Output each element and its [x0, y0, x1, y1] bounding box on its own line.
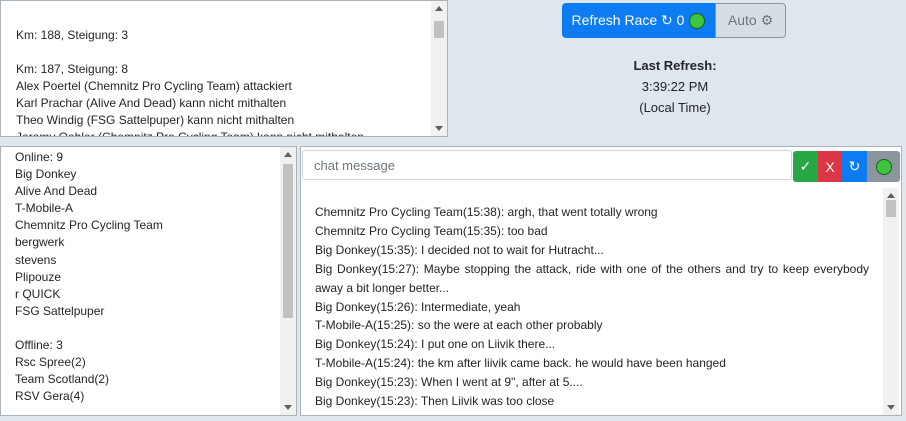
team-list-scrollbar[interactable] [280, 147, 296, 415]
last-refresh-info: Last Refresh: 3:39:22 PM (Local Time) [586, 55, 764, 118]
scroll-thumb[interactable] [434, 21, 444, 38]
scroll-down-arrow-icon[interactable] [887, 405, 895, 410]
team-list-item: Online: 9 [15, 150, 64, 164]
last-refresh-zone: (Local Time) [639, 100, 711, 115]
race-status-icon [689, 12, 706, 29]
scroll-down-arrow-icon[interactable] [435, 126, 443, 131]
team-list-item: Rsc Spree(2) [15, 355, 86, 370]
clear-message-button[interactable]: X [818, 151, 842, 182]
race-log-line: Km: 188, Steigung: 3 [16, 28, 129, 42]
chat-message: Big Donkey(15:24): I put one on Liivik t… [315, 337, 556, 352]
reload-chat-button[interactable]: ↻ [842, 151, 867, 182]
race-log-panel[interactable]: Km: 188, Steigung: 3 Km: 187, Steigung: … [0, 0, 448, 137]
team-list-item: Big Donkey [15, 167, 77, 182]
team-list-item: Team Scotland(2) [15, 372, 110, 387]
chat-message: Big Donkey(15:23): Then Liivik was too c… [315, 394, 555, 409]
chat-message: Big Donkey(15:35): I decided not to wait… [315, 242, 604, 257]
send-message-button[interactable]: ✓ [793, 151, 818, 182]
team-list-content: Online: 9 Big Donkey Alive And Dead T-Mo… [15, 149, 276, 405]
race-log-line: Jeremy Oehler (Chemnitz Pro Cycling Team… [16, 130, 364, 137]
race-log-line: Theo Windig (FSG Sattelpuper) kann nicht… [16, 113, 295, 127]
chat-log[interactable]: Chemnitz Pro Cycling Team(15:38): argh, … [301, 188, 901, 415]
chat-message: T-Mobile-A(15:24): the km after liivik c… [315, 356, 726, 371]
chat-message: Big Donkey(15:26): Intermediate, yeah [315, 299, 521, 314]
team-list-item: T-Mobile-A [15, 201, 74, 216]
team-list-item: r QUICK [15, 286, 61, 301]
race-log-line: Alex Poertel (Chemnitz Pro Cycling Team)… [16, 79, 292, 93]
chat-message: Big Donkey(15:23): When I went at 9", af… [315, 375, 583, 390]
team-list-item: FSG Sattelpuper [15, 303, 105, 318]
close-icon: X [825, 158, 835, 175]
race-log-line [16, 10, 427, 27]
chat-panel: ✓ X ↻ Chemnitz Pro Cycling Team(15:38): … [300, 146, 902, 416]
scroll-thumb[interactable] [283, 164, 293, 318]
team-list-item [15, 320, 276, 337]
chat-status-button[interactable] [867, 151, 900, 182]
team-list-item: Offline: 3 [15, 338, 63, 353]
chat-message-input[interactable] [302, 150, 792, 180]
chat-log-scrollbar[interactable] [883, 188, 899, 415]
chat-message: Big Donkey(15:27): Maybe stopping the at… [315, 261, 869, 295]
race-log-scrollbar[interactable] [431, 1, 447, 136]
last-refresh-label: Last Refresh: [633, 58, 717, 73]
refresh-race-label: Refresh Race ↻ 0 [571, 12, 685, 28]
scroll-up-arrow-icon[interactable] [284, 152, 292, 157]
team-list-item: Chemnitz Pro Cycling Team [15, 218, 163, 233]
team-list-item: RSV Gera(4) [15, 389, 85, 404]
team-list-item: stevens [15, 252, 57, 267]
race-log-line: Km: 187, Steigung: 8 [16, 62, 129, 76]
race-log-line [16, 44, 427, 61]
scroll-thumb[interactable] [886, 200, 896, 217]
team-list-panel[interactable]: Online: 9 Big Donkey Alive And Dead T-Mo… [0, 146, 297, 416]
chat-log-content: Chemnitz Pro Cycling Team(15:38): argh, … [315, 203, 869, 411]
scroll-up-arrow-icon[interactable] [435, 6, 443, 11]
team-list-item: bergwerk [15, 235, 65, 250]
scroll-up-arrow-icon[interactable] [887, 193, 895, 198]
refresh-icon: ↻ [848, 158, 861, 174]
chat-message: Chemnitz Pro Cycling Team(15:38): argh, … [315, 205, 658, 219]
auto-refresh-button[interactable]: Auto ⚙ [715, 3, 786, 38]
check-icon: ✓ [799, 158, 812, 174]
last-refresh-time: 3:39:22 PM [641, 79, 709, 94]
chat-message: Chemnitz Pro Cycling Team(15:35): too ba… [315, 223, 548, 238]
refresh-race-button[interactable]: Refresh Race ↻ 0 [562, 3, 715, 38]
race-log-line: Karl Prachar (Alive And Dead) kann nicht… [16, 96, 287, 110]
chat-status-icon [875, 158, 892, 175]
team-list-item: Alive And Dead [15, 184, 98, 199]
scroll-down-arrow-icon[interactable] [284, 405, 292, 410]
race-log-content: Km: 188, Steigung: 3 Km: 187, Steigung: … [16, 10, 427, 137]
chat-message: T-Mobile-A(15:25): so the were at each o… [315, 318, 603, 333]
auto-refresh-label: Auto ⚙ [727, 12, 774, 28]
team-list-item: Plipouze [15, 269, 62, 284]
